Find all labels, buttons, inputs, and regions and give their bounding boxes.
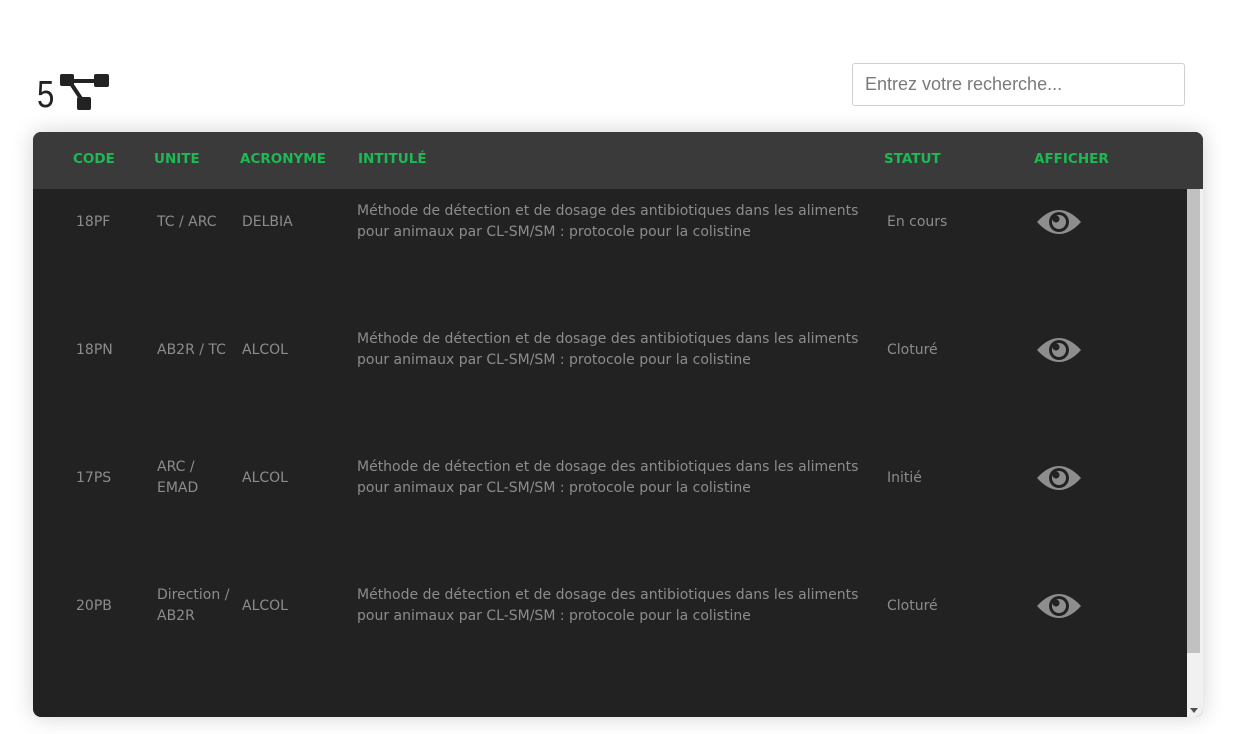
projects-table: CODE UNITE ACRONYME INTITULÉ STATUT AFFI…: [33, 132, 1203, 717]
cell-unite: TC / ARC: [157, 214, 217, 230]
cell-acronyme: DELBIA: [242, 214, 293, 230]
eye-icon[interactable]: [1035, 589, 1083, 623]
column-header-unite[interactable]: UNITE: [154, 152, 200, 167]
cell-unite: AB2R / TC: [157, 342, 226, 358]
column-header-afficher[interactable]: AFFICHER: [1034, 152, 1109, 167]
cell-code: 18PF: [76, 214, 111, 230]
hierarchy-tree-icon: [60, 74, 110, 110]
cell-intitule: Méthode de détection et de dosage des an…: [357, 587, 859, 624]
cell-statut: En cours: [887, 214, 948, 230]
table-row: 20PB Direction / AB2R ALCOL Méthode de d…: [33, 573, 1187, 701]
cell-intitule: Méthode de détection et de dosage des an…: [357, 459, 859, 496]
project-count-header: 5: [37, 70, 112, 114]
table-row: 18PN AB2R / TC ALCOL Méthode de détectio…: [33, 317, 1187, 445]
cell-statut: Cloturé: [887, 342, 938, 358]
eye-icon[interactable]: [1035, 461, 1083, 495]
cell-code: 20PB: [76, 598, 112, 614]
eye-icon[interactable]: [1035, 333, 1083, 367]
cell-code: 17PS: [76, 470, 112, 486]
column-header-acronyme[interactable]: ACRONYME: [240, 152, 326, 167]
cell-statut: Initié: [887, 470, 922, 486]
cell-statut: Cloturé: [887, 598, 938, 614]
vertical-scrollbar[interactable]: [1187, 189, 1203, 717]
column-header-statut[interactable]: STATUT: [884, 152, 941, 167]
eye-icon[interactable]: [1035, 205, 1083, 239]
cell-acronyme: ALCOL: [242, 598, 288, 614]
cell-unite: Direction / AB2R: [157, 587, 230, 624]
table-body: 18PF TC / ARC DELBIA Méthode de détectio…: [33, 189, 1187, 717]
scrollbar-thumb[interactable]: [1187, 189, 1200, 653]
table-row: 18PF TC / ARC DELBIA Méthode de détectio…: [33, 189, 1187, 317]
table-header: CODE UNITE ACRONYME INTITULÉ STATUT AFFI…: [33, 132, 1203, 189]
table-row: 17PS ARC / EMAD ALCOL Méthode de détecti…: [33, 445, 1187, 573]
cell-unite: ARC / EMAD: [157, 459, 199, 496]
search-input[interactable]: [852, 63, 1185, 106]
cell-acronyme: ALCOL: [242, 342, 288, 358]
column-header-intitule[interactable]: INTITULÉ: [358, 152, 427, 167]
cell-acronyme: ALCOL: [242, 470, 288, 486]
project-count: 5: [37, 74, 55, 116]
cell-intitule: Méthode de détection et de dosage des an…: [357, 203, 859, 240]
scroll-down-arrow-icon[interactable]: [1190, 708, 1198, 713]
cell-intitule: Méthode de détection et de dosage des an…: [357, 331, 859, 368]
cell-code: 18PN: [76, 342, 113, 358]
column-header-code[interactable]: CODE: [73, 152, 115, 167]
